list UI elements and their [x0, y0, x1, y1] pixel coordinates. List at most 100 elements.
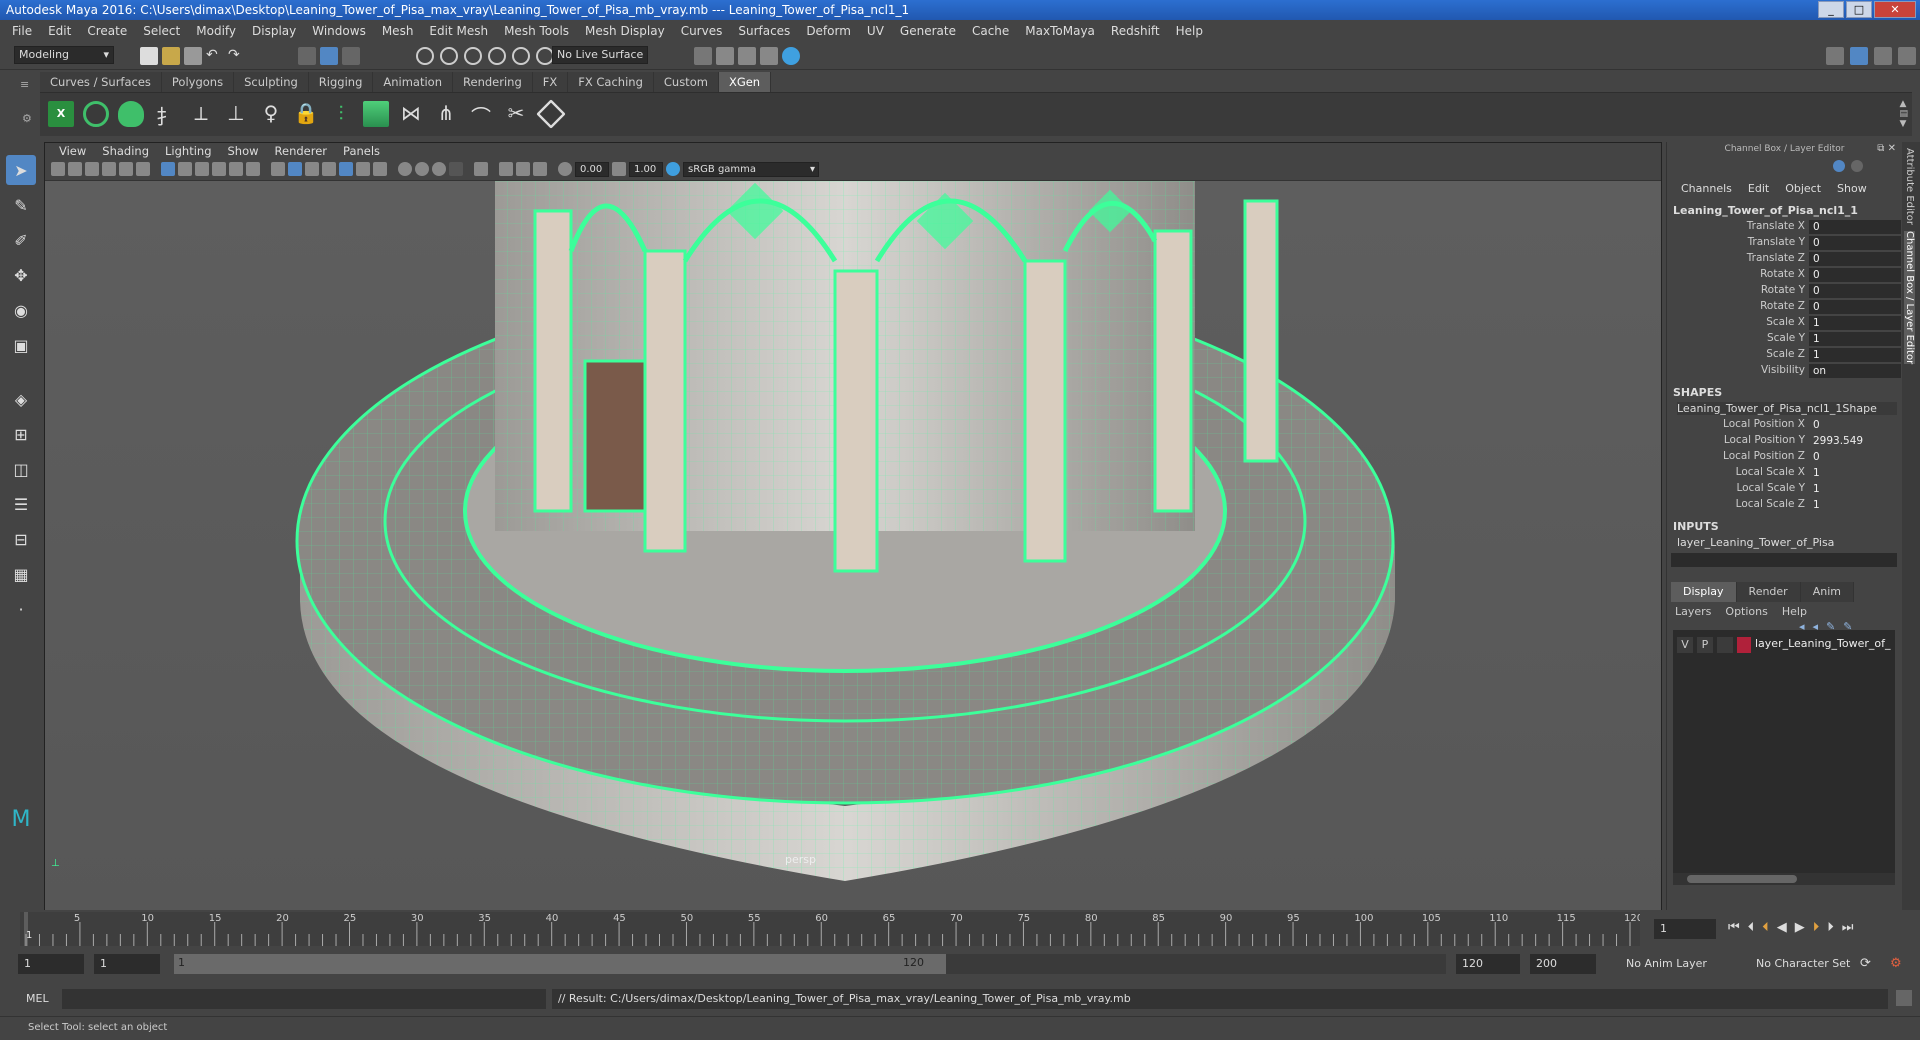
shelf-settings-icon[interactable]: ⚙: [22, 112, 32, 125]
tab-sculpting[interactable]: Sculpting: [234, 72, 309, 92]
go-to-start-icon[interactable]: ⏮: [1728, 920, 1740, 935]
shadows-icon[interactable]: [398, 162, 412, 176]
add-guide-icon[interactable]: ⟂: [188, 101, 214, 127]
attr-value[interactable]: 1: [1809, 316, 1901, 330]
layer-menu-help[interactable]: Help: [1782, 605, 1807, 618]
tab-rigging[interactable]: Rigging: [308, 72, 374, 92]
snap-curve-icon[interactable]: [440, 47, 458, 65]
xgen-collection-icon[interactable]: [118, 101, 144, 127]
attr-value[interactable]: 1: [1809, 498, 1901, 512]
menu-edit-mesh[interactable]: Edit Mesh: [421, 24, 496, 38]
density-map-icon[interactable]: [363, 101, 389, 127]
attr-value[interactable]: 0: [1809, 284, 1901, 298]
viewport-canvas[interactable]: [45, 181, 1661, 910]
attr-value[interactable]: 0: [1809, 268, 1901, 282]
new-scene-icon[interactable]: [140, 47, 158, 65]
select-component-icon[interactable]: [342, 47, 360, 65]
clump-guide-icon[interactable]: ⋈: [398, 101, 424, 127]
backface-icon[interactable]: [533, 162, 547, 176]
maximize-icon[interactable]: □: [1846, 1, 1872, 18]
snap-point-icon[interactable]: [464, 47, 482, 65]
tab-rendering[interactable]: Rendering: [453, 72, 533, 92]
four-pane-layout-icon[interactable]: ⊞: [6, 419, 36, 449]
cb-menu-edit[interactable]: Edit: [1740, 182, 1777, 195]
shelf-scroll-arrows[interactable]: ▲ ▤ ▼: [1899, 99, 1908, 129]
attr-scale-z[interactable]: Scale Z 1: [1667, 348, 1903, 364]
attr-rotate-z[interactable]: Rotate Z 0: [1667, 300, 1903, 316]
xgen-editor-icon[interactable]: X: [48, 101, 74, 127]
menu-curves[interactable]: Curves: [673, 24, 731, 38]
open-scene-icon[interactable]: [162, 47, 180, 65]
lasso-tool-icon[interactable]: ✎: [6, 190, 36, 220]
tab-channel-box-layer-editor[interactable]: Channel Box / Layer Editor: [1904, 230, 1915, 365]
attr-local-scale-z[interactable]: Local Scale Z 1: [1667, 498, 1903, 514]
tab-curves-surfaces[interactable]: Curves / Surfaces: [40, 72, 162, 92]
snap-surface-icon[interactable]: [512, 47, 530, 65]
layer-list-scroll-thumb[interactable]: [1687, 875, 1797, 883]
select-object-icon[interactable]: [320, 47, 338, 65]
menu-uv[interactable]: UV: [859, 24, 892, 38]
layer-display-type[interactable]: [1717, 637, 1733, 653]
vp-menu-show[interactable]: Show: [220, 144, 267, 158]
layout-more-icon[interactable]: ·: [6, 594, 36, 624]
menu-mesh-tools[interactable]: Mesh Tools: [496, 24, 577, 38]
tab-anim[interactable]: Anim: [1800, 582, 1854, 602]
play-forward-icon[interactable]: ▶: [1795, 920, 1805, 935]
layer-row[interactable]: V P layer_Leaning_Tower_of_: [1673, 636, 1895, 654]
channel-box-slider-icon[interactable]: [1851, 160, 1863, 172]
attr-value[interactable]: 0: [1809, 418, 1901, 432]
menu-redshift[interactable]: Redshift: [1103, 24, 1168, 38]
screen-space-ao-icon[interactable]: [415, 162, 429, 176]
xgen-toggle-icon[interactable]: [536, 99, 566, 129]
bookmark-icon[interactable]: [85, 162, 99, 176]
2d-pan-zoom-icon[interactable]: [136, 162, 150, 176]
grease-pencil-icon[interactable]: [119, 162, 133, 176]
safe-action-icon[interactable]: [246, 162, 260, 176]
camera-attributes-icon[interactable]: [68, 162, 82, 176]
ipr-render-icon[interactable]: [760, 47, 778, 65]
gamma-field[interactable]: 1.00: [629, 162, 663, 177]
layer-playback-toggle[interactable]: P: [1697, 637, 1713, 653]
character-set-dropdown[interactable]: No Character Set: [1750, 954, 1870, 974]
end-time-field[interactable]: 200: [1530, 954, 1596, 974]
color-management-icon[interactable]: [666, 162, 680, 176]
snap-plane-icon[interactable]: [488, 47, 506, 65]
layer-color-swatch[interactable]: [1737, 637, 1751, 653]
scale-tool-icon[interactable]: ▣: [6, 330, 36, 360]
attr-value[interactable]: 1: [1809, 466, 1901, 480]
menu-display[interactable]: Display: [244, 24, 304, 38]
menu-surfaces[interactable]: Surfaces: [730, 24, 798, 38]
create-guides-icon[interactable]: ⺘: [153, 101, 179, 129]
gate-mask-icon[interactable]: [212, 162, 226, 176]
cut-guide-icon[interactable]: ✂: [503, 101, 529, 127]
xray-joints-icon[interactable]: [499, 162, 513, 176]
attr-local-scale-x[interactable]: Local Scale X 1: [1667, 466, 1903, 482]
cb-menu-show[interactable]: Show: [1829, 182, 1875, 195]
snap-grid-icon[interactable]: [416, 47, 434, 65]
attr-scale-x[interactable]: Scale X 1: [1667, 316, 1903, 332]
channel-box-mode-icon[interactable]: [1833, 160, 1845, 172]
shape-name[interactable]: Leaning_Tower_of_Pisa_ncl1_1Shape: [1677, 402, 1897, 415]
animation-prefs-icon[interactable]: ⚙: [1890, 956, 1902, 971]
attr-value[interactable]: 2993.549: [1809, 434, 1901, 448]
tab-render[interactable]: Render: [1736, 582, 1801, 602]
side-by-side-layout-icon[interactable]: ◫: [6, 454, 36, 484]
channel-box-hscroll[interactable]: [1671, 553, 1897, 567]
attr-local-position-x[interactable]: Local Position X 0: [1667, 418, 1903, 434]
menu-select[interactable]: Select: [135, 24, 188, 38]
live-surface-field[interactable]: No Live Surface: [552, 46, 648, 64]
hypershade-icon[interactable]: [782, 47, 800, 65]
vp-menu-renderer[interactable]: Renderer: [267, 144, 336, 158]
vp-menu-panels[interactable]: Panels: [335, 144, 388, 158]
attr-rotate-x[interactable]: Rotate X 0: [1667, 268, 1903, 284]
layer-visibility-toggle[interactable]: V: [1677, 637, 1693, 653]
attr-value[interactable]: 0: [1809, 236, 1901, 250]
cb-menu-channels[interactable]: Channels: [1673, 182, 1740, 195]
xray-active-icon[interactable]: [516, 162, 530, 176]
go-to-end-icon[interactable]: ⏭: [1842, 920, 1854, 935]
lighting-mode-icon[interactable]: [305, 162, 319, 176]
shelf-menu-icon[interactable]: ≡: [20, 78, 29, 91]
menu-file[interactable]: File: [4, 24, 40, 38]
anim-layer-dropdown[interactable]: No Anim Layer▾: [1620, 954, 1764, 974]
render-settings-icon[interactable]: [694, 47, 712, 65]
